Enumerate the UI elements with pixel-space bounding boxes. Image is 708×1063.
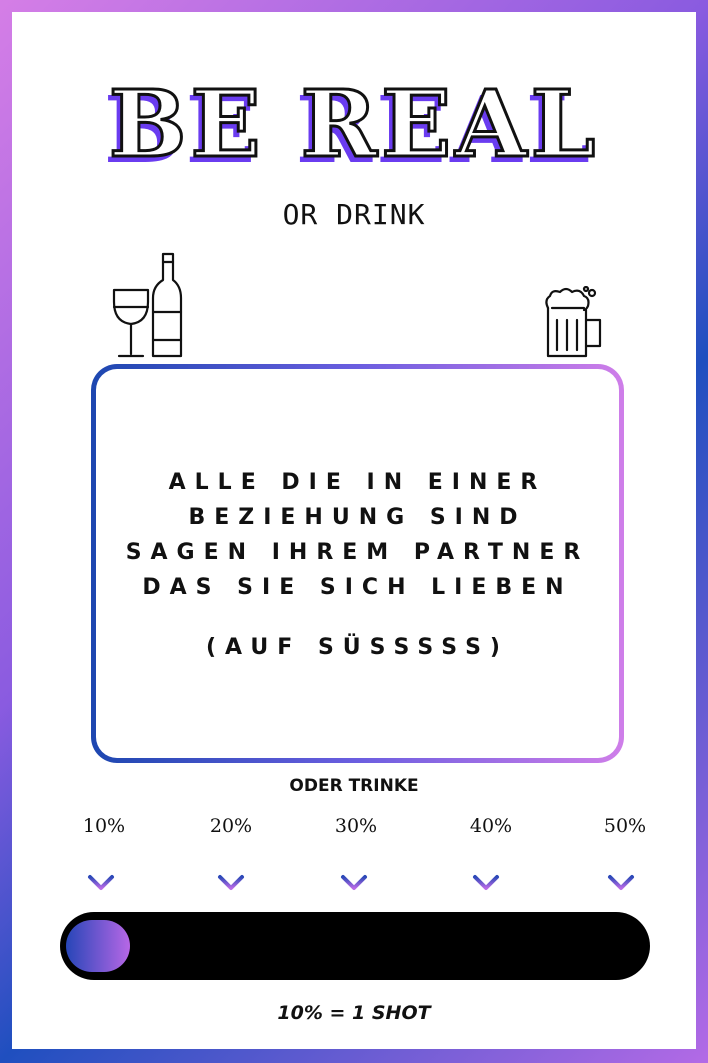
wine-glass-and-bottle-icon — [112, 252, 183, 358]
beer-mug-icon — [545, 286, 602, 358]
level-label-30: 30% — [334, 815, 378, 837]
arrow-down-icon — [608, 848, 634, 890]
drink-label: ODER TRINKE — [289, 776, 419, 796]
arrow-down-icon — [218, 848, 244, 890]
challenge-card: ALLE DIE IN EINER BEZIEHUNG SIND SAGEN I… — [91, 364, 624, 763]
arrow-down-icon — [473, 848, 499, 890]
level-label-40: 40% — [469, 815, 513, 837]
challenge-note: (AUF SÜSSSSS) — [206, 635, 509, 660]
level-label-50: 50% — [603, 815, 647, 837]
challenge-text: ALLE DIE IN EINER BEZIEHUNG SIND SAGEN I… — [125, 470, 590, 600]
level-label-10: 10% — [82, 815, 126, 837]
drink-progress-bar — [60, 912, 650, 980]
arrow-down-icon — [88, 848, 114, 890]
shot-legend: 10% = 1 SHOT — [277, 1002, 431, 1024]
page-title: BE REAL — [107, 70, 600, 178]
page-subtitle: OR DRINK — [282, 198, 426, 231]
arrow-down-icon — [341, 848, 367, 890]
level-label-20: 20% — [209, 815, 253, 837]
drink-progress-fill — [66, 920, 130, 972]
